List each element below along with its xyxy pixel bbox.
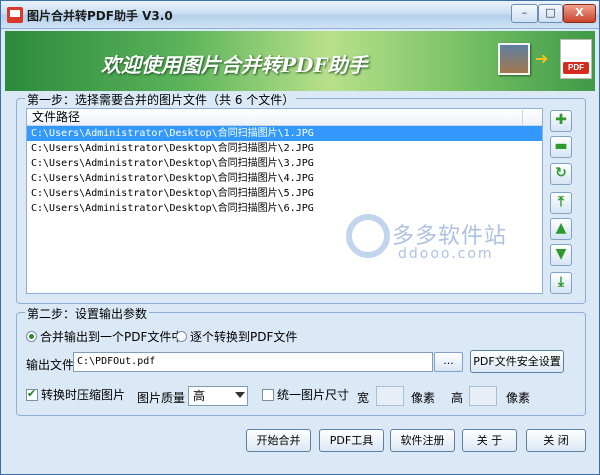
pdf-tool-button[interactable]: PDF工具 xyxy=(319,429,384,452)
width-label: 宽 xyxy=(357,391,370,405)
output-file-label: 输出文件 xyxy=(26,358,75,372)
compress-checkbox[interactable]: 转换时压缩图片 xyxy=(26,387,126,402)
column-separator xyxy=(522,110,523,125)
minimize-button[interactable]: – xyxy=(511,4,538,23)
step1-title: 第一步：选择需要合并的图片文件（共 6 个文件） xyxy=(25,91,297,108)
step2-title: 第二步：设置输出参数 xyxy=(25,305,150,322)
start-merge-button[interactable]: 开始合并 xyxy=(246,429,311,452)
pdf-icon: PDF xyxy=(560,39,592,79)
arrow-icon: ➜ xyxy=(535,49,549,68)
move-up-button[interactable]: ▲ xyxy=(550,218,572,240)
column-header-file-path[interactable]: 文件路径 xyxy=(27,109,542,126)
height-input[interactable] xyxy=(469,386,497,406)
chevron-down-icon xyxy=(235,392,245,398)
quality-select[interactable]: 高 xyxy=(188,386,248,406)
file-row[interactable]: C:\Users\Administrator\Desktop\合同扫描图片\5.… xyxy=(27,186,542,201)
title-bar: 图片合并转PDF助手 V3.0 – □ X xyxy=(1,1,599,29)
unify-size-checkbox[interactable]: 统一图片尺寸 xyxy=(262,388,349,402)
pdf-security-button[interactable]: PDF文件安全设置 xyxy=(470,350,564,373)
app-icon xyxy=(7,7,23,23)
close-button[interactable]: 关 闭 xyxy=(526,429,586,452)
quality-value: 高 xyxy=(193,389,206,403)
width-input[interactable] xyxy=(376,386,404,406)
convert-each-label: 逐个转换到PDF文件 xyxy=(190,330,298,344)
file-row[interactable]: C:\Users\Administrator\Desktop\合同扫描图片\4.… xyxy=(27,171,542,186)
banner-text: 欢迎使用图片合并转PDF助手 xyxy=(101,53,368,77)
move-bottom-button[interactable]: ⤓ xyxy=(550,272,572,294)
file-row[interactable]: C:\Users\Administrator\Desktop\合同扫描图片\3.… xyxy=(27,156,542,171)
browse-button[interactable]: ... xyxy=(434,352,463,372)
pdf-badge: PDF xyxy=(563,62,589,74)
move-down-button[interactable]: ▼ xyxy=(550,244,572,266)
unify-size-label: 统一图片尺寸 xyxy=(277,388,350,402)
window-title: 图片合并转PDF助手 V3.0 xyxy=(27,9,173,23)
compress-label: 转换时压缩图片 xyxy=(41,388,126,402)
file-row[interactable]: C:\Users\Administrator\Desktop\合同扫描图片\6.… xyxy=(27,201,542,216)
move-top-button[interactable]: ⤒ xyxy=(550,192,572,214)
checkbox-box xyxy=(26,387,38,401)
checkbox-box xyxy=(262,389,274,401)
convert-each-radio[interactable]: 逐个转换到PDF文件 xyxy=(176,330,297,344)
register-button[interactable]: 软件注册 xyxy=(390,429,455,452)
width-unit: 像素 xyxy=(411,391,436,405)
radio-circle xyxy=(176,331,187,342)
height-unit: 像素 xyxy=(506,391,531,405)
close-window-button[interactable]: X xyxy=(563,4,596,23)
watermark-en: ddooo.com xyxy=(398,246,494,262)
image-icon xyxy=(498,43,530,75)
file-list[interactable]: 文件路径 C:\Users\Administrator\Desktop\合同扫描… xyxy=(26,108,543,294)
about-button[interactable]: 关 于 xyxy=(462,429,517,452)
quality-label: 图片质量 xyxy=(137,391,186,405)
watermark-logo-icon xyxy=(346,214,390,258)
radio-circle xyxy=(26,331,37,342)
merge-single-label: 合并输出到一个PDF文件中 xyxy=(40,330,184,344)
maximize-button[interactable]: □ xyxy=(538,4,563,23)
file-row[interactable]: C:\Users\Administrator\Desktop\合同扫描图片\2.… xyxy=(27,141,542,156)
add-file-button[interactable]: ✚ xyxy=(550,110,572,132)
output-file-input[interactable]: C:\PDFOut.pdf xyxy=(73,352,433,372)
file-rows: C:\Users\Administrator\Desktop\合同扫描图片\1.… xyxy=(27,126,542,216)
welcome-banner: 欢迎使用图片合并转PDF助手 ➜ PDF xyxy=(5,31,595,91)
merge-single-radio[interactable]: 合并输出到一个PDF文件中 xyxy=(26,330,183,344)
remove-file-button[interactable]: ▬ xyxy=(550,136,572,158)
clear-list-button[interactable]: ↻ xyxy=(550,163,572,185)
height-label: 高 xyxy=(451,391,464,405)
file-row[interactable]: C:\Users\Administrator\Desktop\合同扫描图片\1.… xyxy=(27,126,542,141)
